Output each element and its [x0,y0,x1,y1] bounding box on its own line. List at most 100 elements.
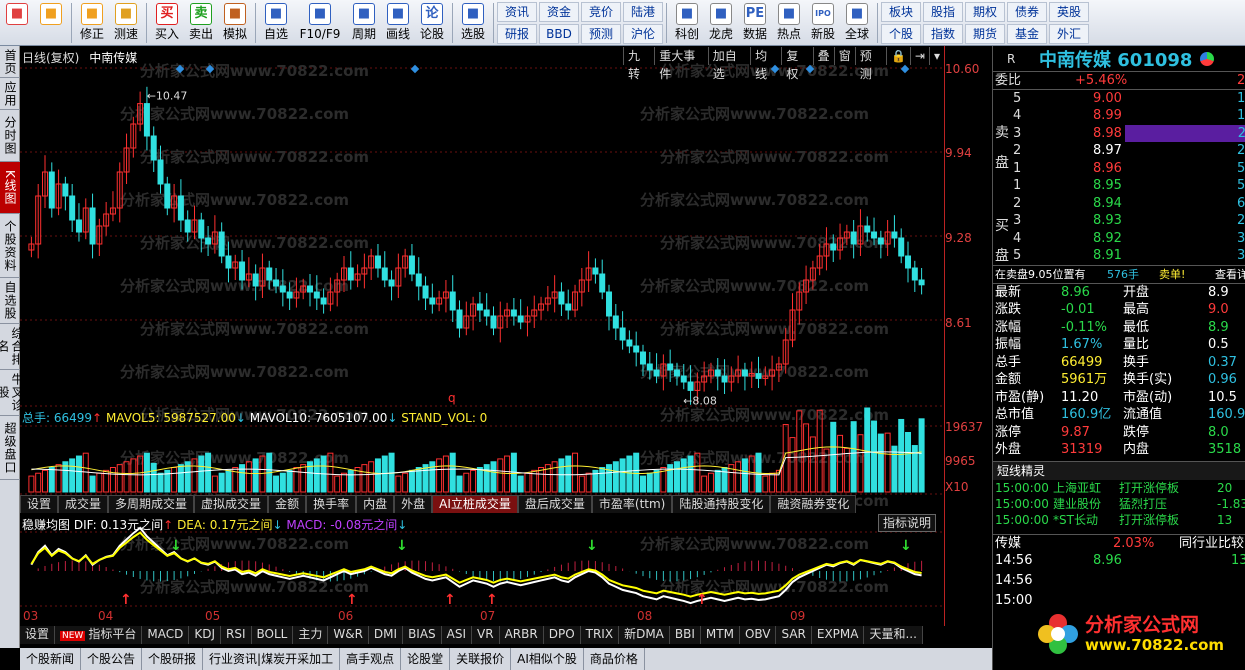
indicator-tab-11[interactable]: VR [472,626,500,644]
toolbar-link[interactable]: 预测 [581,24,621,44]
tool-button-2[interactable]: ■ 修正 [75,0,109,45]
indicator-tab-5[interactable]: BOLL [251,626,294,644]
left-tab-6[interactable]: 综合排名 [0,324,24,370]
tool-button-9[interactable]: ■ 周期 [347,0,381,45]
volume-tab-9[interactable]: 盘后成交量 [517,495,592,513]
status-link-3[interactable]: 行业资讯|煤炭开采加工 [203,648,341,670]
indicator-tab-10[interactable]: ASI [441,626,473,644]
tool-button-4[interactable]: 买买入 [150,0,184,45]
volume-tab-3[interactable]: 虚拟成交量 [194,495,269,513]
indicator-tab-17[interactable]: MTM [700,626,740,644]
toolbar-link[interactable]: 外汇 [1049,24,1089,44]
indicator-tab-6[interactable]: 主力 [293,626,329,644]
chart-head-button-2[interactable]: 加自选 [707,47,750,81]
pie-icon[interactable] [1200,51,1215,66]
volume-tab-4[interactable]: 金额 [268,495,307,513]
tool-button-11[interactable]: 论论股 [415,0,449,45]
toolbar-link[interactable]: BBD [539,24,579,44]
indicator-tab-18[interactable]: OBV [739,626,777,644]
tool-button-5[interactable]: 卖卖出 [184,0,218,45]
chart-head-button-4[interactable]: 复权 [781,47,812,81]
tool-button-8[interactable]: ■ F10/F9 [293,0,347,45]
lock-icon[interactable]: 🔒 [885,47,910,65]
left-tab-4[interactable]: 个股资料 [0,214,20,278]
chart-head-button-6[interactable]: 窗 [833,47,855,65]
volume-tab-8[interactable]: AI立桩成交量 [432,495,518,513]
status-link-5[interactable]: 论股堂 [401,648,451,670]
toolbar-link[interactable]: 竞价 [581,2,621,22]
indicator-tab-0[interactable]: 设置 [20,626,56,644]
shortline-item[interactable]: 15:00:00 上海亚虹 打开涨停板 20 [993,480,1245,496]
toolbar-link[interactable]: 研报 [497,24,537,44]
indicator-tab-1[interactable]: 指标平台 [55,626,143,644]
tool2-button-3[interactable]: ■ 热点 [772,0,806,45]
tool-button-12[interactable]: ■ 选股 [456,0,490,45]
left-tab-2[interactable]: 分时图 [0,110,20,162]
status-link-6[interactable]: 关联报价 [450,648,512,670]
toolbar-link[interactable]: 基金 [1007,24,1047,44]
volume-tab-1[interactable]: 成交量 [58,495,109,513]
chart-head-button-1[interactable]: 重大事件 [654,47,708,81]
indicator-tab-14[interactable]: TRIX [580,626,620,644]
toolbar-link[interactable]: 期货 [965,24,1005,44]
pin-icon[interactable]: ⇥ [909,47,929,65]
volume-tab-7[interactable]: 外盘 [394,495,433,513]
toolbar-link[interactable]: 债券 [1007,2,1047,22]
toolbar-link[interactable]: 资讯 [497,2,537,22]
indicator-tab-9[interactable]: BIAS [403,626,442,644]
tool-button-7[interactable]: ■ 自选 [259,0,293,45]
status-link-2[interactable]: 个股研报 [142,648,204,670]
tool-button-3[interactable]: ■ 测速 [109,0,143,45]
left-tab-3[interactable]: K线图 [0,162,20,214]
toolbar-link[interactable]: 沪伦 [623,24,663,44]
left-tab-7[interactable]: 牛叉诊股 [0,370,24,416]
toolbar-link[interactable]: 板块 [881,2,921,22]
toolbar-link[interactable]: 股指 [923,2,963,22]
chart-head-button-0[interactable]: 九转 [623,47,654,81]
volume-tab-12[interactable]: 融资融券变化 [770,495,857,513]
indicator-tab-13[interactable]: DPO [543,626,581,644]
indicator-tab-16[interactable]: BBI [669,626,701,644]
indicator-tab-2[interactable]: MACD [142,626,190,644]
tool-button-6[interactable]: ■ 模拟 [218,0,252,45]
status-link-7[interactable]: AI相似个股 [511,648,584,670]
shortline-item[interactable]: 15:00:00 *ST长动 打开涨停板 13 [993,512,1245,528]
indicator-tab-7[interactable]: W&R [328,626,369,644]
tool2-button-2[interactable]: PE 数据 [738,0,772,45]
toolbar-link[interactable]: 英股 [1049,2,1089,22]
tool2-button-5[interactable]: ■ 全球 [840,0,874,45]
volume-tab-2[interactable]: 多周期成交量 [108,495,195,513]
chart-head-button-5[interactable]: 叠 [812,47,834,65]
indicator-tab-8[interactable]: DMI [368,626,404,644]
left-tab-1[interactable]: 应用 [0,78,20,110]
left-tab-0[interactable]: 首页 [0,46,20,78]
indicator-tab-3[interactable]: KDJ [189,626,221,644]
tool-button-10[interactable]: ■ 画线 [381,0,415,45]
indicator-tab-20[interactable]: EXPMA [811,626,865,644]
indicator-tab-19[interactable]: SAR [776,626,812,644]
status-link-0[interactable]: 个股新闻 [20,648,82,670]
status-link-1[interactable]: 个股公告 [81,648,143,670]
volume-tab-6[interactable]: 内盘 [356,495,395,513]
volume-tab-10[interactable]: 市盈率(ttm) [591,495,673,513]
chart-head-button-3[interactable]: 均线 [750,47,781,81]
indicator-tab-12[interactable]: ARBR [499,626,544,644]
chart-head-button-7[interactable]: 预测 [854,47,886,81]
volume-tab-5[interactable]: 换手率 [306,495,357,513]
left-tab-5[interactable]: 自选股 [0,278,20,324]
tool2-button-4[interactable]: IPO 新股 [806,0,840,45]
toolbar-link[interactable]: 指数 [923,24,963,44]
tool2-button-1[interactable]: ■ 龙虎 [704,0,738,45]
tool2-button-0[interactable]: ■ 科创 [670,0,704,45]
status-link-8[interactable]: 商品价格 [584,648,645,670]
menu-icon[interactable]: ▾ [928,47,944,65]
indicator-help-button[interactable]: 指标说明 [878,514,937,532]
left-tab-8[interactable]: 超级盘口 [0,416,20,480]
chart-canvas[interactable]: 分析家公式网www.70822.com 分析家公式网www.70822.com 分析… [20,46,944,626]
volume-tab-11[interactable]: 陆股通持股变化 [672,495,771,513]
indicator-tab-4[interactable]: RSI [221,626,252,644]
indicator-tab-15[interactable]: 新DMA [619,626,670,644]
toolbar-link[interactable]: 陆港 [623,2,663,22]
toolbar-link[interactable]: 个股 [881,24,921,44]
status-link-4[interactable]: 高手观点 [340,648,402,670]
